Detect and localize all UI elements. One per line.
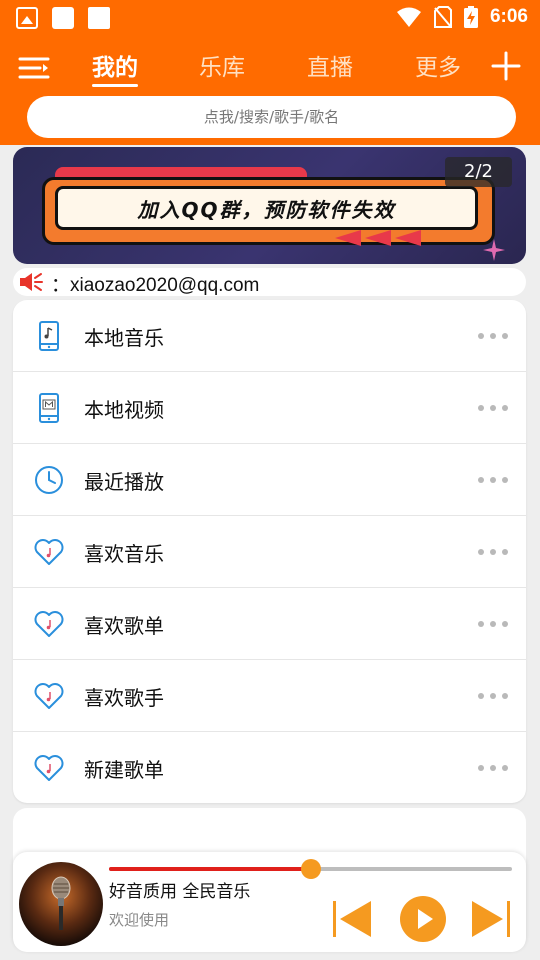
notice-bar: ：xiaozao2020@qq.com [13, 268, 526, 296]
progress-bar[interactable] [109, 859, 512, 879]
list-item-label: 本地视频 [84, 398, 164, 422]
status-bar: 6:06 [0, 0, 540, 38]
heart-music-icon [34, 611, 64, 637]
list-item-local-video[interactable]: 本地视频 [13, 372, 526, 444]
active-tab-indicator [92, 84, 138, 87]
notification-icons [16, 7, 110, 29]
promo-banner[interactable]: 加入QQ群，预防软件失效 2/2 [13, 147, 526, 264]
heart-music-icon [34, 683, 64, 709]
list-item-local-music[interactable]: 本地音乐 [13, 300, 526, 372]
song-title: 好音质用 全民音乐 [109, 882, 251, 902]
more-options-icon[interactable] [478, 333, 508, 339]
list-item-new-playlist[interactable]: 新建歌单 [13, 732, 526, 803]
progress-fill [109, 867, 311, 871]
list-item-label: 喜欢音乐 [84, 542, 164, 566]
heart-music-icon [34, 755, 64, 781]
list-item-liked-music[interactable]: 喜欢音乐 [13, 516, 526, 588]
next-track-icon[interactable] [468, 897, 512, 941]
tab-mine[interactable]: 我的 [92, 48, 138, 82]
notice-text: ：xiaozao2020@qq.com [51, 275, 260, 296]
no-sim-icon [433, 6, 452, 28]
list-item-label: 最近播放 [84, 470, 164, 494]
list-item-label: 喜欢歌单 [84, 614, 164, 638]
notification-icon [88, 7, 110, 29]
more-options-icon[interactable] [478, 405, 508, 411]
more-options-icon[interactable] [478, 549, 508, 555]
more-options-icon[interactable] [478, 621, 508, 627]
top-nav: 我的 乐库 直播 更多 [0, 38, 540, 94]
album-art[interactable] [19, 862, 103, 946]
tab-more[interactable]: 更多 [415, 48, 461, 82]
microphone-icon [51, 876, 71, 930]
clock-time: 6:06 [489, 6, 528, 27]
banner-arrows-decoration [335, 230, 421, 246]
more-options-icon[interactable] [478, 477, 508, 483]
more-options-icon[interactable] [478, 693, 508, 699]
list-item-label: 喜欢歌手 [84, 686, 164, 710]
banner-text: 加入QQ群，预防软件失效 [137, 197, 396, 222]
tab-live[interactable]: 直播 [307, 48, 353, 82]
list-item-label: 新建歌单 [84, 758, 164, 782]
search-area: 点我/搜索/歌手/歌名 [0, 94, 540, 145]
search-input[interactable]: 点我/搜索/歌手/歌名 [27, 96, 516, 138]
heart-music-icon [34, 539, 64, 565]
speaker-icon [20, 273, 43, 291]
banner-card: 加入QQ群，预防软件失效 [42, 177, 495, 245]
wifi-icon [396, 7, 421, 27]
list-item-label: 本地音乐 [84, 326, 164, 350]
clock-icon [35, 466, 63, 494]
menu-icon[interactable] [18, 54, 50, 82]
list-item-liked-playlists[interactable]: 喜欢歌单 [13, 588, 526, 660]
play-icon[interactable] [399, 895, 447, 943]
previous-track-icon[interactable] [331, 897, 375, 941]
notification-icon [52, 7, 74, 29]
phone-music-icon [39, 321, 59, 351]
more-options-icon[interactable] [478, 765, 508, 771]
my-music-list: 本地音乐 本地视频 最近播放 喜欢音乐 喜欢歌单 喜欢歌手 新建歌单 [13, 300, 526, 803]
add-icon[interactable] [490, 50, 522, 82]
banner-page-counter: 2/2 [445, 157, 512, 187]
tab-library[interactable]: 乐库 [199, 48, 245, 82]
battery-charging-icon [463, 6, 478, 28]
mini-player[interactable]: 好音质用 全民音乐 欢迎使用 [13, 852, 526, 952]
list-item-recent[interactable]: 最近播放 [13, 444, 526, 516]
photo-notification-icon [16, 7, 38, 29]
list-item-liked-artists[interactable]: 喜欢歌手 [13, 660, 526, 732]
song-subtitle: 欢迎使用 [109, 911, 170, 929]
phone-video-icon [39, 393, 59, 423]
progress-thumb[interactable] [300, 859, 321, 879]
sparkle-icon [483, 239, 505, 261]
